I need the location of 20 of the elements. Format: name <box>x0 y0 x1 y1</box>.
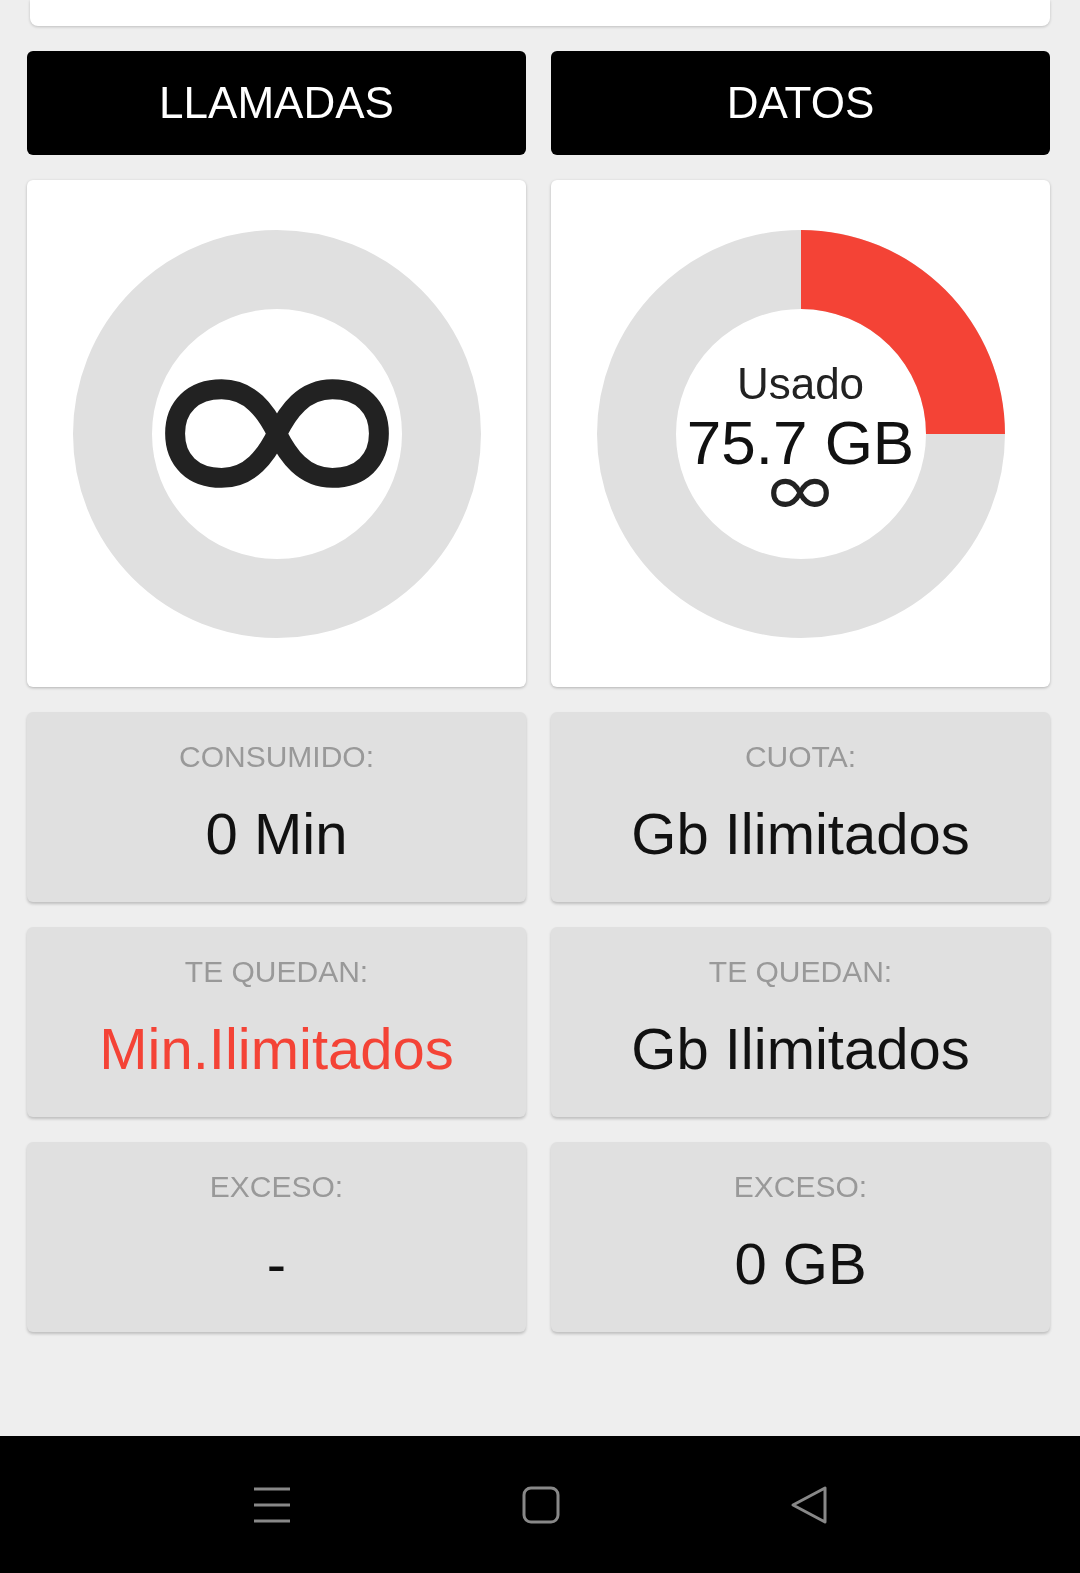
usage-amount: 75.7 GB <box>686 407 915 479</box>
section-header[interactable]: DATOS <box>551 51 1050 155</box>
stat-label: CUOTA: <box>744 740 857 774</box>
stat-value: Gb Ilimitados <box>631 1015 970 1082</box>
stat-value: 0 Min <box>205 800 348 867</box>
back-icon[interactable] <box>790 1484 828 1525</box>
stat-label: EXCESO: <box>209 1170 344 1204</box>
stat-value: 0 GB <box>734 1230 867 1297</box>
stat-label: CONSUMIDO: <box>179 740 374 774</box>
stat-label: TE QUEDAN: <box>184 955 369 989</box>
infinity-icon <box>769 478 832 508</box>
stat-value: Gb Ilimitados <box>631 800 970 867</box>
menu-icon[interactable] <box>252 1485 292 1524</box>
stat-value: - <box>266 1230 287 1297</box>
stat-label: EXCESO: <box>733 1170 868 1204</box>
stat-label: TE QUEDAN: <box>708 955 893 989</box>
home-icon[interactable] <box>522 1485 560 1524</box>
stat-value: Min.Ilimitados <box>99 1015 454 1082</box>
section-header[interactable]: LLAMADAS <box>27 51 526 155</box>
gauge-title: Usado <box>736 359 865 410</box>
